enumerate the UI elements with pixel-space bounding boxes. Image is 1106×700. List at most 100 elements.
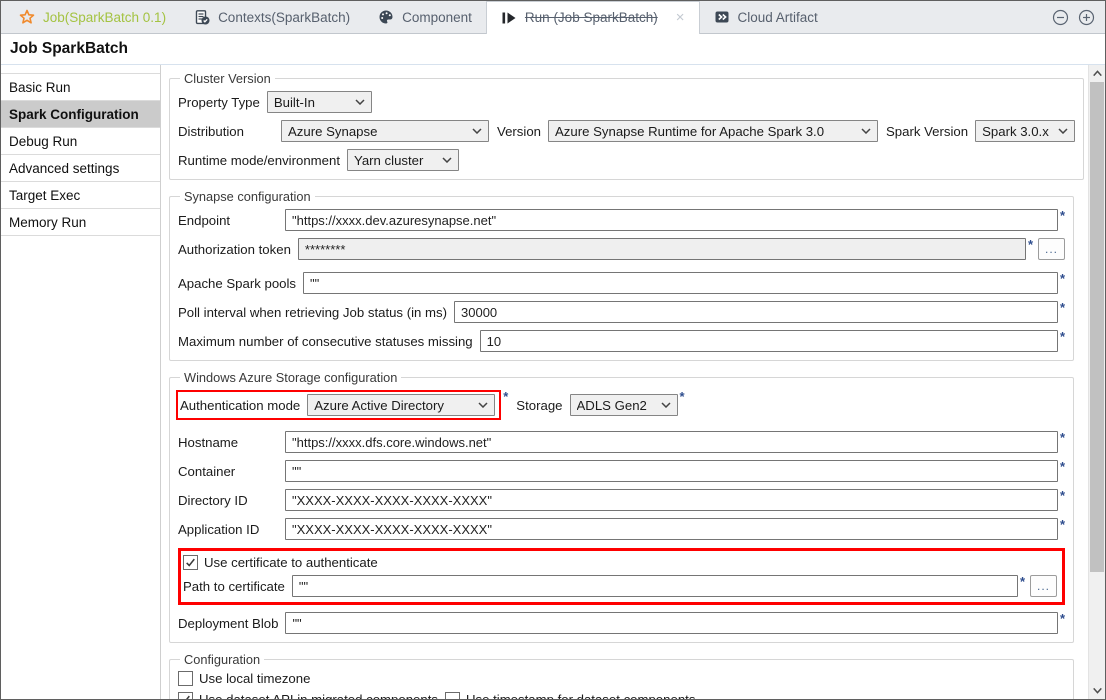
use-local-timezone-checkbox[interactable] <box>178 671 193 686</box>
sidebar-item-memory-run[interactable]: Memory Run <box>1 209 160 236</box>
chevron-down-icon <box>442 157 452 163</box>
required-marker: * <box>1060 208 1065 223</box>
container-input[interactable] <box>285 460 1058 482</box>
use-local-timezone-label: Use local timezone <box>199 671 310 686</box>
tab-run-label: Run (Job SparkBatch) <box>525 10 658 25</box>
property-type-label: Property Type <box>178 95 260 110</box>
required-marker: * <box>1060 430 1065 445</box>
cluster-version-legend: Cluster Version <box>180 71 275 86</box>
property-type-select[interactable]: Built-In <box>267 91 372 113</box>
sidebar-list: Basic Run Spark Configuration Debug Run … <box>1 73 160 236</box>
poll-interval-input[interactable] <box>454 301 1058 323</box>
endpoint-input[interactable] <box>285 209 1058 231</box>
azure-storage-configuration-group: Windows Azure Storage configuration Auth… <box>169 370 1074 643</box>
hostname-input[interactable] <box>285 431 1058 453</box>
tab-contexts-label: Contexts(SparkBatch) <box>218 10 350 25</box>
app-window: Job(SparkBatch 0.1) Contexts(SparkBatch) <box>0 0 1106 700</box>
maximize-icon[interactable] <box>1078 9 1095 26</box>
sidebar-item-debug-run[interactable]: Debug Run <box>1 128 160 155</box>
cloud-artifact-icon <box>714 9 730 25</box>
configuration-legend: Configuration <box>180 652 264 667</box>
application-id-input[interactable] <box>285 518 1058 540</box>
deployment-blob-label: Deployment Blob <box>178 616 278 631</box>
scroll-up-button[interactable] <box>1089 65 1105 82</box>
highlight-box-certificate: Use certificate to authenticate Path to … <box>178 548 1065 605</box>
directory-id-label: Directory ID <box>178 493 279 508</box>
path-to-certificate-input[interactable] <box>292 575 1018 597</box>
runtime-mode-select[interactable]: Yarn cluster <box>347 149 459 171</box>
application-id-label: Application ID <box>178 522 279 537</box>
use-timestamp-checkbox[interactable] <box>445 692 460 699</box>
tab-job[interactable]: Job(SparkBatch 0.1) <box>5 1 180 33</box>
chevron-down-icon <box>1058 128 1068 134</box>
tab-cloud-artifact-label: Cloud Artifact <box>738 10 818 25</box>
sidebar-item-basic-run[interactable]: Basic Run <box>1 74 160 101</box>
max-statuses-missing-input[interactable] <box>480 330 1058 352</box>
required-marker: * <box>1060 300 1065 315</box>
poll-interval-label: Poll interval when retrieving Job status… <box>178 305 447 320</box>
scrollbar-thumb[interactable] <box>1090 82 1104 572</box>
cluster-version-group: Cluster Version Property Type Built-In D… <box>169 71 1084 180</box>
deployment-blob-input[interactable] <box>285 612 1058 634</box>
sidebar-item-advanced-settings[interactable]: Advanced settings <box>1 155 160 182</box>
vertical-scrollbar[interactable] <box>1088 65 1105 699</box>
chevron-down-icon <box>478 402 488 408</box>
required-marker: * <box>1060 611 1065 626</box>
distribution-label: Distribution <box>178 124 274 139</box>
path-to-certificate-browse-button[interactable]: ... <box>1030 575 1057 597</box>
tabbar-controls <box>1052 1 1105 33</box>
directory-id-input[interactable] <box>285 489 1058 511</box>
tab-component[interactable]: Component <box>364 1 486 33</box>
highlight-box-authentication-mode: Authentication mode Azure Active Directo… <box>176 390 501 420</box>
authorization-token-input[interactable] <box>298 238 1026 260</box>
required-marker: * <box>1028 237 1033 252</box>
use-certificate-checkbox[interactable] <box>183 555 198 570</box>
run-view-sidebar: Basic Run Spark Configuration Debug Run … <box>1 65 161 699</box>
chevron-down-icon <box>1092 687 1103 694</box>
authentication-mode-label: Authentication mode <box>180 398 300 413</box>
check-icon <box>180 694 191 699</box>
chevron-down-icon <box>861 128 871 134</box>
run-icon <box>501 10 517 26</box>
required-marker: * <box>680 389 685 404</box>
azure-storage-configuration-legend: Windows Azure Storage configuration <box>180 370 401 385</box>
container-label: Container <box>178 464 279 479</box>
runtime-mode-label: Runtime mode/environment <box>178 153 340 168</box>
view-tab-bar: Job(SparkBatch 0.1) Contexts(SparkBatch) <box>1 1 1105 34</box>
required-marker: * <box>1020 574 1025 589</box>
synapse-configuration-legend: Synapse configuration <box>180 189 315 204</box>
authentication-mode-select[interactable]: Azure Active Directory <box>307 394 495 416</box>
required-marker: * <box>1060 271 1065 286</box>
hostname-label: Hostname <box>178 435 279 450</box>
use-dataset-api-label: Use dataset API in migrated components <box>199 692 438 699</box>
endpoint-label: Endpoint <box>178 213 279 228</box>
sidebar-item-spark-configuration[interactable]: Spark Configuration <box>1 101 160 128</box>
check-icon <box>185 557 196 568</box>
spark-version-select[interactable]: Spark 3.0.x <box>975 120 1075 142</box>
job-title-bar: Job SparkBatch <box>1 34 1105 65</box>
tab-cloud-artifact[interactable]: Cloud Artifact <box>700 1 832 33</box>
required-marker: * <box>1060 329 1065 344</box>
close-icon[interactable]: × <box>676 10 685 25</box>
apache-spark-pools-input[interactable] <box>303 272 1058 294</box>
version-select[interactable]: Azure Synapse Runtime for Apache Spark 3… <box>548 120 878 142</box>
tab-job-label: Job(SparkBatch 0.1) <box>43 10 166 25</box>
spark-version-label: Spark Version <box>886 124 968 139</box>
configuration-group: Configuration Use local timezone Use dat… <box>169 652 1074 699</box>
use-timestamp-label: Use timestamp for dataset components <box>466 692 695 699</box>
distribution-select[interactable]: Azure Synapse <box>281 120 489 142</box>
chevron-down-icon <box>472 128 482 134</box>
page-title: Job SparkBatch <box>10 40 128 58</box>
storage-select[interactable]: ADLS Gen2 <box>570 394 678 416</box>
max-statuses-missing-label: Maximum number of consecutive statuses m… <box>178 334 473 349</box>
authorization-token-browse-button[interactable]: ... <box>1038 238 1065 260</box>
synapse-configuration-group: Synapse configuration Endpoint * Authori… <box>169 189 1074 361</box>
use-dataset-api-checkbox[interactable] <box>178 692 193 699</box>
tab-contexts[interactable]: Contexts(SparkBatch) <box>180 1 364 33</box>
tab-run[interactable]: Run (Job SparkBatch) × <box>486 1 700 34</box>
storage-label: Storage <box>516 398 562 413</box>
minimize-icon[interactable] <box>1052 9 1069 26</box>
scroll-down-button[interactable] <box>1089 682 1105 699</box>
required-marker: * <box>1060 517 1065 532</box>
sidebar-item-target-exec[interactable]: Target Exec <box>1 182 160 209</box>
